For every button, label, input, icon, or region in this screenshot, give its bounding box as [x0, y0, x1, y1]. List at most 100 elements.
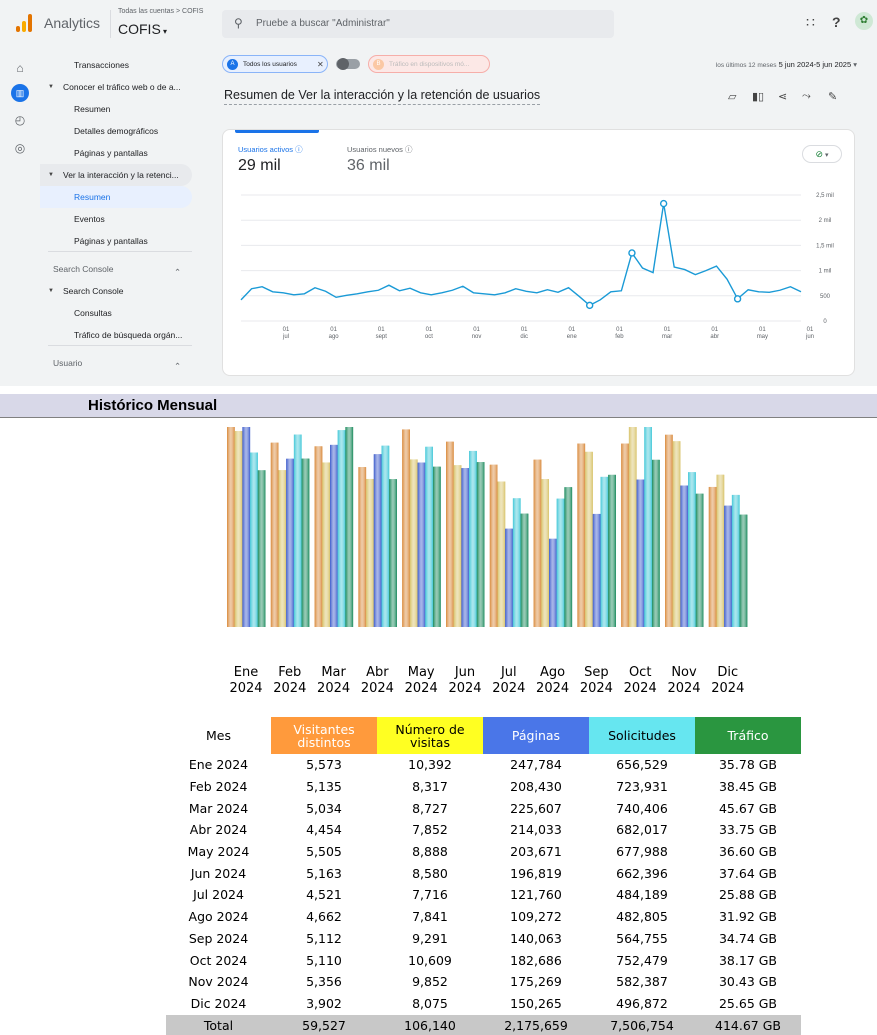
table-row: Oct 2024 5,110 10,609 182,686 752,479 38.17 G…	[166, 949, 801, 971]
data-point-marker[interactable]	[659, 199, 668, 208]
total-cell: 7,506,754	[589, 1013, 695, 1035]
sidebar-item[interactable]: Páginas y pantallas	[40, 142, 192, 164]
active-users-line-chart: 2,5 mil2 mil1,5 mil1 mil500001jul01ago01…	[240, 193, 834, 340]
y-tick-label: 0	[823, 319, 827, 325]
table-cell: 3,902	[306, 995, 342, 1011]
x-tick-month: oct	[425, 334, 433, 340]
sidebar-item-label: Páginas y pantallas	[74, 236, 148, 246]
divider	[48, 345, 192, 346]
table-cell: 8,727	[412, 800, 448, 816]
chevron-up-icon[interactable]: ⌃	[174, 261, 181, 280]
table-cell: 36.60 GB	[718, 844, 778, 860]
expand-triangle-icon[interactable]: ▼	[48, 76, 54, 98]
table-cell: Dic 2024	[190, 995, 247, 1011]
table-total-row: Total 59,527 106,140 2,175,659 7,506,754 414.…	[166, 1013, 801, 1035]
check-dropdown-button[interactable]: ⊘ ▾	[802, 145, 842, 163]
x-tick-month: feb	[615, 334, 624, 340]
table-cell: 7,852	[412, 822, 448, 838]
account-selector[interactable]: COFIS ▾	[118, 21, 167, 37]
expand-triangle-icon[interactable]: ▼	[48, 280, 54, 302]
metric-tab-active-users[interactable]: Usuarios activos ⓘ	[238, 144, 303, 155]
close-icon[interactable]: ✕	[317, 56, 324, 74]
x-tick-year: 2024	[667, 681, 700, 696]
bar-shade	[672, 441, 681, 627]
apps-grid-icon[interactable]: ∷	[806, 14, 815, 31]
insights-icon[interactable]: ▱	[728, 90, 736, 103]
sidebar-item[interactable]: Usuario ⌃	[40, 352, 192, 374]
table-cell: Nov 2024	[188, 974, 249, 990]
sidebar-item[interactable]: Tráfico de búsqueda orgán...	[40, 324, 192, 346]
sidebar-item[interactable]: Páginas y pantallas	[40, 230, 192, 252]
analytics-logo-icon[interactable]	[16, 14, 34, 32]
bar-shade	[644, 427, 652, 627]
compare-icon[interactable]: ▮▯	[752, 90, 764, 103]
bar-shade	[628, 427, 637, 627]
chevron-up-icon[interactable]: ⌃	[174, 355, 181, 374]
x-tick-month: Oct	[629, 665, 651, 680]
reports-icon[interactable]: ▥	[11, 84, 29, 102]
filter-chip-all-users[interactable]: A Todos los usuarios ✕	[222, 55, 328, 73]
expand-triangle-icon[interactable]: ▼	[48, 164, 54, 186]
info-icon: ⓘ	[295, 145, 303, 154]
table-cell: Jul 2024	[193, 887, 244, 903]
data-point-marker[interactable]	[733, 295, 742, 303]
table-cell: 35.78 GB	[718, 757, 778, 773]
bar-shade	[731, 494, 740, 627]
divider	[110, 10, 111, 38]
table-cell: 5,034	[306, 800, 342, 816]
sidebar-item[interactable]: ▼ Conocer el tráfico web o de a...	[40, 76, 192, 98]
x-tick-year: 2024	[536, 681, 569, 696]
sidebar-item[interactable]: Consultas	[40, 302, 192, 324]
segment-b-icon: B	[373, 59, 384, 70]
sidebar-item-label: Detalles demográficos	[74, 126, 159, 136]
x-tick-month: mar	[662, 334, 672, 340]
separator	[0, 386, 877, 394]
account-breadcrumb[interactable]: Todas las cuentas > COFIS	[118, 8, 203, 15]
x-tick-year: 2024	[229, 681, 262, 696]
home-icon[interactable]: ⌂	[12, 60, 28, 76]
share-icon[interactable]: ⋖	[778, 90, 787, 103]
x-tick-day: 01	[426, 327, 433, 333]
sidebar-item[interactable]: Detalles demográficos	[40, 120, 192, 142]
sidebar-item[interactable]: Eventos	[40, 208, 192, 230]
metric-value: 36 mil	[347, 157, 390, 174]
sidebar-item-label: Resumen	[74, 192, 111, 202]
table-cell: 723,931	[616, 779, 668, 795]
comparison-toggle[interactable]	[336, 58, 360, 70]
advertising-icon[interactable]: ◎	[12, 140, 28, 156]
sidebar-item[interactable]: Resumen	[40, 186, 192, 208]
date-range: 5 jun 2024-5 jun 2025	[778, 60, 852, 69]
explore-icon[interactable]: ◴	[12, 112, 28, 128]
date-range-picker[interactable]: los últimos 12 meses 5 jun 2024-5 jun 20…	[716, 60, 857, 69]
divider	[48, 251, 192, 252]
table-cell: 9,291	[412, 930, 448, 946]
bar-shade	[330, 444, 338, 627]
sidebar-item[interactable]: ▼ Ver la interacción y la retenci...	[40, 164, 192, 186]
data-point-marker[interactable]	[585, 301, 594, 310]
bar-shade	[469, 450, 477, 627]
bar-shade	[234, 431, 243, 627]
sidebar-item[interactable]: ▼ Search Console	[40, 280, 192, 302]
table-row: Ago 2024 4,662 7,841 109,272 482,805 31.92 GB	[166, 906, 801, 928]
edit-icon[interactable]: ✎	[828, 90, 837, 103]
bar-shade	[636, 479, 645, 627]
table-cell: 582,387	[616, 974, 668, 990]
help-icon[interactable]: ?	[832, 14, 841, 30]
trend-icon[interactable]: ⤳	[802, 90, 811, 103]
sidebar-item[interactable]: Transacciones	[40, 54, 192, 76]
column-header: Solicitudes	[589, 717, 695, 754]
table-row: Nov 2024 5,356 9,852 175,269 582,387 30.43 GB	[166, 971, 801, 993]
x-tick-month: abr	[710, 334, 719, 340]
x-tick-month: may	[757, 334, 768, 340]
avatar[interactable]: ✿	[855, 12, 873, 30]
metrics-card: Usuarios activos ⓘ 29 mil Usuarios nuevo…	[222, 129, 855, 376]
metric-tab-new-users[interactable]: Usuarios nuevos ⓘ	[347, 144, 412, 155]
sidebar-item[interactable]: Search Console ⌃	[40, 258, 192, 280]
bar-shade	[608, 474, 616, 627]
table-cell: Ago 2024	[188, 909, 249, 925]
search-bar[interactable]: ⚲ Pruebe a buscar "Administrar"	[222, 10, 614, 38]
monthly-table: Mes Visitantes distintos Número de visitas…	[166, 717, 801, 1035]
filter-chip-mobile[interactable]: B Tráfico en dispositivos mó...	[368, 55, 490, 73]
sidebar-item[interactable]: Resumen	[40, 98, 192, 120]
data-point-marker[interactable]	[628, 249, 636, 257]
